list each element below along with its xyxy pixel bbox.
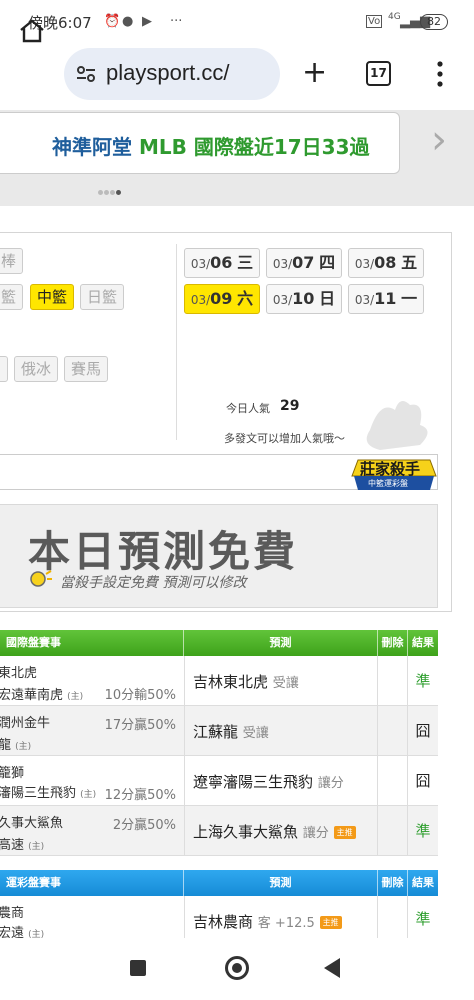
- carousel-dots: [98, 180, 122, 199]
- popularity-label: 今日人氣: [226, 402, 270, 415]
- prediction-pick: 上海久事大鯊魚 讓分 主推: [193, 821, 356, 842]
- lottery-table-header: 運彩盤賽事 預測 刪除 結果: [0, 870, 438, 896]
- prediction-pick: 吉林東北虎 受讓: [193, 673, 299, 691]
- alarm-icon: ⏰: [104, 14, 121, 29]
- free-banner-subtitle: 當殺手設定免費 預測可以修改: [60, 575, 247, 591]
- sport-tab-horse-racing[interactable]: 賽馬: [64, 356, 109, 382]
- table-row: 籠獅 瀋陽三生飛豹 (主) 12分贏50% 遼寧瀋陽三生飛豹 讓分 囧: [0, 756, 438, 806]
- col-intl-match: 國際盤賽事: [0, 630, 184, 656]
- promo-banner-text[interactable]: 神準阿堂 MLB 國際盤近17日33過: [52, 131, 370, 160]
- table-row: 東北虎 宏遠華南虎 (主) 10分輸50% 吉林東北虎 受讓 準: [0, 656, 438, 706]
- col-prediction: 預測: [184, 630, 378, 656]
- overflow-menu-icon[interactable]: [436, 60, 444, 88]
- video-icon: ▶: [142, 14, 152, 29]
- delete-cell[interactable]: [378, 806, 408, 855]
- date-0311[interactable]: 03/11 一: [348, 284, 424, 314]
- col-prediction: 預測: [184, 870, 378, 896]
- prediction-pick: 遼寧瀋陽三生飛豹 讓分: [193, 773, 344, 791]
- delete-cell[interactable]: [378, 896, 408, 942]
- handicap: 17分贏50%: [104, 718, 176, 733]
- table-row: 農商 宏遠 (主) 吉林農商 客 +12.5 主推 準: [0, 896, 438, 942]
- chat-icon: ●: [122, 14, 134, 29]
- sport-tab-partial[interactable]: [0, 356, 8, 382]
- sport-tab-basketball[interactable]: 籃: [0, 284, 24, 310]
- sport-tab-baseball[interactable]: 棒: [0, 248, 24, 274]
- home-nav-icon[interactable]: [225, 956, 249, 980]
- popularity-value: 29: [280, 398, 300, 414]
- team-away: 久事大鯊魚: [0, 816, 64, 831]
- date-0308[interactable]: 03/08 五: [348, 248, 424, 278]
- more-icon: ···: [170, 14, 183, 29]
- master-pick-badge: 主推: [333, 826, 356, 839]
- sport-tab-japan-basketball[interactable]: 日籃: [80, 284, 125, 310]
- result: 準: [415, 910, 431, 928]
- col-result: 結果: [412, 876, 434, 889]
- new-tab-icon[interactable]: +: [302, 58, 327, 88]
- free-banner-title: 本日預測免費: [28, 527, 299, 576]
- intl-table-header: 國際盤賽事 預測 刪除 結果: [0, 630, 438, 656]
- volte-icon: Vo: [366, 15, 383, 28]
- back-icon[interactable]: [324, 958, 340, 978]
- handicap: 2分贏50%: [112, 818, 176, 833]
- col-delete: 刪除: [378, 630, 408, 656]
- recents-icon[interactable]: [130, 960, 146, 976]
- delete-cell[interactable]: [378, 706, 408, 755]
- battery-icon: 82: [420, 14, 448, 30]
- prediction-pick: 江蘇龍 受讓: [193, 723, 269, 741]
- home-icon[interactable]: [18, 18, 46, 44]
- col-lottery-match: 運彩盤賽事: [0, 870, 184, 896]
- team-away: 籠獅: [0, 766, 25, 781]
- col-result: 結果: [412, 636, 434, 649]
- prediction-pick: 吉林農商 客 +12.5 主推: [193, 911, 342, 932]
- date-0307[interactable]: 03/07 四: [266, 248, 342, 278]
- handicap: 10分輸50%: [104, 688, 176, 703]
- chevron-right-icon[interactable]: ›: [414, 112, 464, 170]
- result: 囧: [415, 722, 431, 740]
- team-home: 龍 (主): [0, 738, 32, 753]
- tab-switcher-button[interactable]: 17: [366, 61, 391, 86]
- date-0310[interactable]: 03/10 日: [266, 284, 342, 314]
- date-0306[interactable]: 03/06 三: [184, 248, 260, 278]
- result: 準: [415, 672, 431, 690]
- divider: [176, 244, 177, 440]
- date-0309[interactable]: 03/09 六: [184, 284, 260, 314]
- delete-cell[interactable]: [378, 756, 408, 805]
- sport-tab-russian-hockey[interactable]: 俄冰: [14, 356, 59, 382]
- team-home: 宏遠華南虎 (主): [0, 688, 84, 703]
- master-pick-badge: 主推: [319, 916, 342, 929]
- team-away: 潤州金牛: [0, 716, 51, 731]
- killer-badge-sub: 中籃運彩盤: [368, 479, 408, 488]
- delete-cell[interactable]: [378, 656, 408, 705]
- table-row: 久事大鯊魚 高速 (主) 2分贏50% 上海久事大鯊魚 讓分 主推 準: [0, 806, 438, 856]
- team-away: 東北虎: [0, 666, 38, 681]
- url-text[interactable]: playsport.cc/: [106, 60, 230, 86]
- network-label: 4G: [388, 12, 401, 22]
- team-away: 農商: [0, 906, 25, 921]
- handicap: 12分贏50%: [104, 788, 176, 803]
- col-delete: 刪除: [378, 870, 408, 896]
- status-bar: 傍晚6:07 ⏰ ● ▶ ··· Vo 4G ▂▄▆ 82: [0, 0, 474, 44]
- team-home: 高速 (主): [0, 838, 45, 853]
- team-home: 瀋陽三生飛豹 (主): [0, 786, 97, 801]
- site-settings-icon[interactable]: [76, 64, 96, 84]
- killer-badge: 莊家殺手 中籃運彩盤: [350, 390, 438, 500]
- table-row: 潤州金牛 龍 (主) 17分贏50% 江蘇龍 受讓 囧: [0, 706, 438, 756]
- result: 準: [415, 822, 431, 840]
- sport-tab-cba[interactable]: 中籃: [30, 284, 75, 310]
- result: 囧: [415, 772, 431, 790]
- lightbulb-icon: [28, 568, 52, 590]
- killer-badge-title: 莊家殺手: [360, 460, 421, 478]
- popularity-hint: 多發文可以增加人氣哦～: [224, 432, 345, 445]
